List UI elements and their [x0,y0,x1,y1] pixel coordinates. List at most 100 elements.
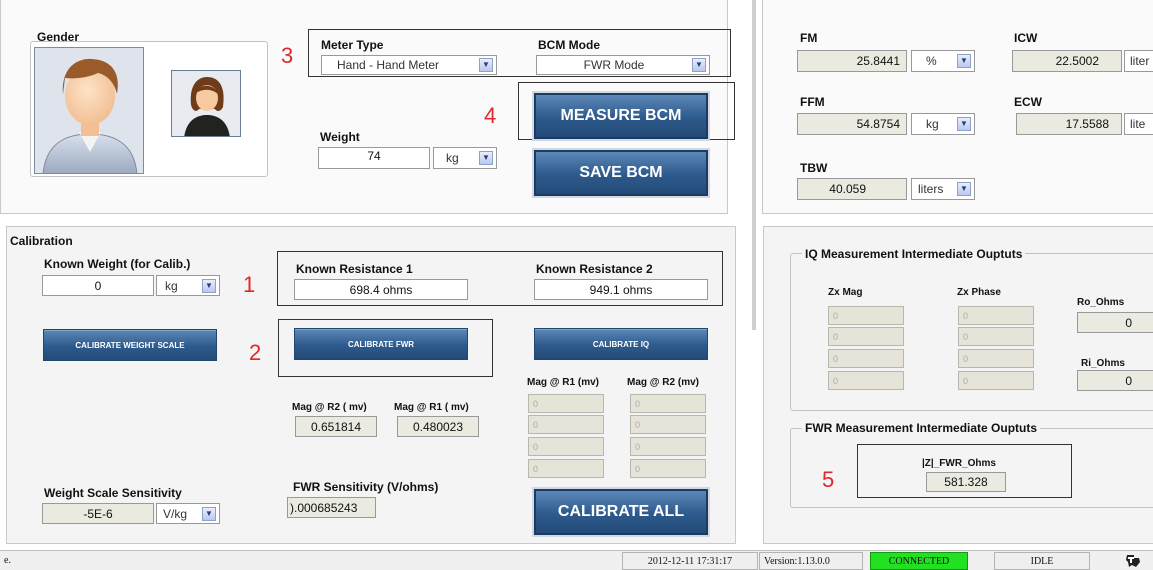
bcm-mode-select[interactable]: FWR Mode ▼ [536,55,710,75]
zx-phase-label: Zx Phase [957,287,1001,298]
zx-mag-label: Zx Mag [828,287,863,298]
icw-unit-select[interactable]: liter [1124,50,1153,72]
fm-unit-select[interactable]: % ▼ [911,50,975,72]
annotation-number-3: 3 [281,43,294,68]
meter-type-label: Meter Type [321,38,384,52]
ro-ohms-value: 0 [1077,312,1153,333]
iq-mag-r1-field: 0 [528,394,604,413]
zx-mag-field: 0 [828,371,904,390]
mag-r1-label: Mag @ R1 ( mv) [394,402,469,413]
status-bar [0,550,1153,570]
measure-bcm-button[interactable]: MEASURE BCM [534,93,708,139]
mag-r2-value: 0.651814 [295,416,377,437]
ecw-label: ECW [1014,95,1042,109]
ecw-unit-select[interactable]: lite [1124,113,1153,135]
zx-phase-field: 0 [958,327,1034,346]
zx-phase-field: 0 [958,349,1034,368]
known-resistance-1-label: Known Resistance 1 [296,262,413,276]
tbw-label: TBW [800,161,828,175]
annotation-number-1: 1 [243,272,256,297]
iq-mag-r1-field: 0 [528,459,604,478]
tbw-unit-value: liters [918,182,944,196]
iq-mag-r1-field: 0 [528,437,604,456]
weight-scale-sensitivity-unit-select[interactable]: V/kg ▼ [156,503,220,524]
chevron-down-icon[interactable]: ▼ [957,117,971,131]
ti-logo-icon [1124,553,1142,569]
ri-ohms-label: Ri_Ohms [1081,358,1125,369]
weight-scale-sensitivity-label: Weight Scale Sensitivity [44,486,182,500]
iq-mag-r2-field: 0 [630,459,706,478]
fwr-sensitivity-value: ).000685243 [287,497,376,518]
known-weight-unit-value: kg [165,278,178,293]
annotation-number-2: 2 [249,340,262,365]
female-avatar-button[interactable] [171,70,241,137]
ffm-value: 54.8754 [797,113,907,135]
fwr-outputs-title: FWR Measurement Intermediate Ouptuts [802,421,1041,435]
annotation-number-4: 4 [484,103,497,128]
save-bcm-button[interactable]: SAVE BCM [534,150,708,196]
ecw-unit-value: lite [1130,117,1146,131]
icw-unit-value: liter [1130,54,1150,68]
calibrate-weight-scale-button[interactable]: CALIBRATE WEIGHT SCALE [43,329,217,361]
chevron-down-icon[interactable]: ▼ [957,182,971,196]
icw-label: ICW [1014,31,1038,45]
bcm-mode-value: FWR Mode [583,58,645,72]
known-resistance-1-input[interactable]: 698.4 ohms [294,279,468,300]
male-avatar-button[interactable] [34,47,144,174]
chevron-down-icon[interactable]: ▼ [479,151,493,165]
iq-mag-r2-label: Mag @ R2 (mv) [627,377,699,388]
known-weight-unit-select[interactable]: kg ▼ [156,275,220,296]
vertical-divider [752,0,756,330]
mag-r2-label: Mag @ R2 ( mv) [292,402,367,413]
status-state: IDLE [994,552,1090,570]
male-user-icon [42,58,138,173]
calibration-title: Calibration [10,234,73,248]
weight-unit-select[interactable]: kg ▼ [433,147,497,169]
iq-mag-r2-field: 0 [630,437,706,456]
ri-ohms-value: 0 [1077,370,1153,391]
weight-input[interactable]: 74 [318,147,430,169]
zx-mag-field: 0 [828,327,904,346]
ro-ohms-label: Ro_Ohms [1077,297,1125,308]
status-message: e. [4,555,11,566]
fwr-sensitivity-label: FWR Sensitivity (V/ohms) [293,480,439,494]
z-fwr-ohms-value: 581.328 [926,472,1006,492]
status-datetime: 2012-12-11 17:31:17 [622,552,758,570]
chevron-down-icon[interactable]: ▼ [202,506,216,521]
ffm-unit-select[interactable]: kg ▼ [911,113,975,135]
icw-value: 22.5002 [1012,50,1122,72]
iq-mag-r2-field: 0 [630,394,706,413]
chevron-down-icon[interactable]: ▼ [479,58,493,72]
bcm-mode-label: BCM Mode [538,38,600,52]
annotation-number-5: 5 [822,467,835,492]
chevron-down-icon[interactable]: ▼ [957,54,971,68]
weight-unit-value: kg [446,151,459,165]
ffm-label: FFM [800,95,825,109]
iq-outputs-title: IQ Measurement Intermediate Ouptuts [802,247,1026,261]
chevron-down-icon[interactable]: ▼ [692,58,706,72]
fm-value: 25.8441 [797,50,907,72]
meter-type-value: Hand - Hand Meter [337,58,440,72]
weight-label: Weight [320,130,360,144]
ecw-value: 17.5588 [1016,113,1122,135]
known-resistance-2-input[interactable]: 949.1 ohms [534,279,708,300]
zx-mag-field: 0 [828,306,904,325]
weight-scale-sensitivity-value: -5E-6 [42,503,154,524]
iq-mag-r2-field: 0 [630,415,706,434]
known-weight-input[interactable]: 0 [42,275,154,296]
tbw-value: 40.059 [797,178,907,200]
status-version: Version:1.13.0.0 [759,552,863,570]
meter-type-select[interactable]: Hand - Hand Meter ▼ [321,55,497,75]
z-fwr-ohms-label: |Z|_FWR_Ohms [922,458,996,469]
ffm-unit-value: kg [926,117,939,131]
zx-phase-field: 0 [958,371,1034,390]
female-user-icon [184,77,230,136]
known-weight-label: Known Weight (for Calib.) [44,257,191,271]
chevron-down-icon[interactable]: ▼ [202,278,216,293]
fm-unit-value: % [926,54,937,68]
calibrate-fwr-button[interactable]: CALIBRATE FWR [294,328,468,360]
calibrate-all-button[interactable]: CALIBRATE ALL [534,489,708,535]
fm-label: FM [800,31,818,45]
tbw-unit-select[interactable]: liters ▼ [911,178,975,200]
calibrate-iq-button[interactable]: CALIBRATE IQ [534,328,708,360]
